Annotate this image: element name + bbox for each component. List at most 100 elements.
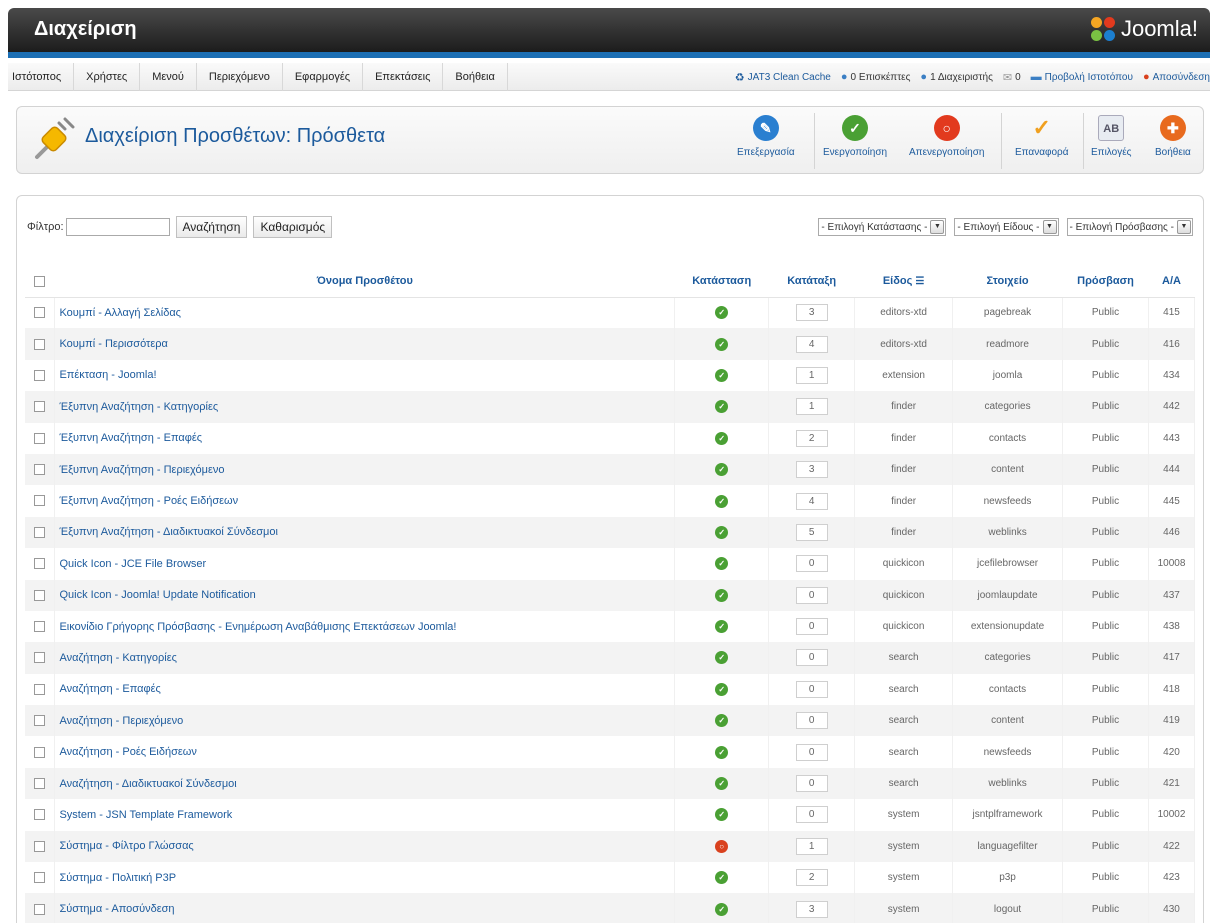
plugin-name-link[interactable]: Quick Icon - JCE File Browser bbox=[54, 548, 676, 580]
ordering-input[interactable]: 5 bbox=[795, 523, 828, 541]
row-checkbox[interactable] bbox=[34, 307, 46, 319]
enabled-status-icon[interactable]: ✓ bbox=[715, 745, 729, 759]
plugin-name-link[interactable]: Κουμπί - Περισσότερα bbox=[54, 328, 676, 360]
ordering-input[interactable]: 2 bbox=[795, 429, 828, 447]
enabled-status-icon[interactable]: ✓ bbox=[715, 400, 729, 414]
plugin-name-link[interactable]: Σύστημα - Πολιτική P3P bbox=[54, 862, 676, 894]
enabled-status-icon[interactable]: ✓ bbox=[715, 777, 729, 791]
row-checkbox[interactable] bbox=[34, 432, 46, 444]
ordering-input[interactable]: 3 bbox=[795, 900, 828, 918]
ordering-input[interactable]: 0 bbox=[795, 806, 828, 824]
plugin-name-link[interactable]: Αναζήτηση - Περιεχόμενο bbox=[54, 705, 676, 737]
ordering-input[interactable]: 1 bbox=[795, 837, 828, 855]
row-checkbox[interactable] bbox=[34, 746, 46, 758]
disabled-status-icon[interactable]: ○ bbox=[715, 839, 729, 853]
ordering-input[interactable]: 3 bbox=[795, 461, 828, 479]
menu-item-menus[interactable]: Μενού bbox=[140, 63, 197, 91]
row-checkbox[interactable] bbox=[34, 872, 46, 884]
row-checkbox[interactable] bbox=[34, 683, 46, 695]
ordering-input[interactable]: 1 bbox=[795, 398, 828, 416]
plugin-name-link[interactable]: Έξυπνη Αναζήτηση - Διαδικτυακοί Σύνδεσμο… bbox=[54, 516, 676, 549]
row-checkbox[interactable] bbox=[34, 715, 46, 727]
clear-button[interactable]: Καθαρισμός bbox=[253, 216, 333, 238]
plugin-name-link[interactable]: Κουμπί - Αλλαγή Σελίδας bbox=[54, 297, 676, 329]
plugin-name-link[interactable]: Σύστημα - Φίλτρο Γλώσσας bbox=[54, 830, 676, 863]
enabled-status-icon[interactable]: ✓ bbox=[715, 651, 729, 665]
row-checkbox[interactable] bbox=[34, 526, 46, 538]
row-checkbox[interactable] bbox=[34, 809, 46, 821]
menu-item-site[interactable]: Ιστότοπος bbox=[8, 63, 75, 91]
help-button[interactable]: ✚ Βοήθεια bbox=[1155, 115, 1191, 158]
search-input[interactable] bbox=[65, 218, 170, 236]
ordering-input[interactable]: 0 bbox=[795, 586, 828, 604]
select-all-checkbox[interactable] bbox=[34, 275, 46, 287]
menu-item-help[interactable]: Βοήθεια bbox=[443, 63, 508, 91]
enabled-status-icon[interactable]: ✓ bbox=[715, 588, 729, 602]
enable-button[interactable]: ✓ Ενεργοποίηση bbox=[823, 115, 887, 158]
enabled-status-icon[interactable]: ✓ bbox=[715, 494, 729, 508]
enabled-status-icon[interactable]: ✓ bbox=[715, 682, 729, 696]
plugin-name-link[interactable]: Αναζήτηση - Διαδικτυακοί Σύνδεσμοι bbox=[54, 767, 676, 800]
row-checkbox[interactable] bbox=[34, 589, 46, 601]
view-site-link[interactable]: ▬ Προβολή Ιστοτόπου bbox=[1031, 71, 1133, 83]
plugin-name-link[interactable]: Έξυπνη Αναζήτηση - Επαφές bbox=[54, 422, 676, 454]
logout-link[interactable]: ● Αποσύνδεση bbox=[1143, 71, 1210, 83]
menu-item-content[interactable]: Περιεχόμενο bbox=[197, 63, 283, 91]
enabled-status-icon[interactable]: ✓ bbox=[715, 808, 729, 822]
ordering-input[interactable]: 3 bbox=[795, 304, 828, 322]
enabled-status-icon[interactable]: ✓ bbox=[715, 557, 729, 571]
enabled-status-icon[interactable]: ✓ bbox=[715, 368, 729, 382]
clean-cache-link[interactable]: ♻ JAT3 Clean Cache bbox=[735, 71, 831, 84]
enabled-status-icon[interactable]: ✓ bbox=[715, 463, 729, 477]
ordering-input[interactable]: 4 bbox=[795, 335, 828, 353]
ordering-input[interactable]: 1 bbox=[795, 366, 828, 384]
menu-item-users[interactable]: Χρήστες bbox=[74, 63, 141, 91]
enabled-status-icon[interactable]: ✓ bbox=[715, 714, 729, 728]
plugin-name-link[interactable]: Quick Icon - Joomla! Update Notification bbox=[54, 579, 676, 611]
plugin-name-link[interactable]: Αναζήτηση - Κατηγορίες bbox=[54, 642, 676, 674]
ordering-input[interactable]: 4 bbox=[795, 492, 828, 510]
options-button[interactable]: AB Επιλογές bbox=[1091, 115, 1131, 158]
col-header-ordering[interactable]: Κατάταξη bbox=[768, 266, 855, 298]
ordering-input[interactable]: 0 bbox=[795, 555, 828, 573]
state-select[interactable]: - Επιλογή Κατάστασης - ▼ bbox=[818, 218, 947, 236]
plugin-name-link[interactable]: Έξυπνη Αναζήτηση - Περιεχόμενο bbox=[54, 453, 676, 486]
enabled-status-icon[interactable]: ✓ bbox=[715, 525, 729, 539]
menu-item-components[interactable]: Εφαρμογές bbox=[283, 63, 364, 91]
enabled-status-icon[interactable]: ✓ bbox=[715, 620, 729, 634]
ordering-input[interactable]: 0 bbox=[795, 743, 828, 761]
row-checkbox[interactable] bbox=[34, 464, 46, 476]
messages-status[interactable]: ✉ 0 bbox=[1003, 71, 1021, 84]
plugin-name-link[interactable]: System - JSN Template Framework bbox=[54, 799, 676, 831]
row-checkbox[interactable] bbox=[34, 840, 46, 852]
menu-item-extensions[interactable]: Επεκτάσεις bbox=[363, 63, 444, 91]
plugin-name-link[interactable]: Έξυπνη Αναζήτηση - Κατηγορίες bbox=[54, 391, 676, 423]
enabled-status-icon[interactable]: ✓ bbox=[715, 902, 729, 916]
ordering-input[interactable]: 0 bbox=[795, 775, 828, 793]
row-checkbox[interactable] bbox=[34, 401, 46, 413]
row-checkbox[interactable] bbox=[34, 903, 46, 915]
plugin-name-link[interactable]: Έξυπνη Αναζήτηση - Ροές Ειδήσεων bbox=[54, 485, 676, 517]
enabled-status-icon[interactable]: ✓ bbox=[715, 431, 729, 445]
row-checkbox[interactable] bbox=[34, 558, 46, 570]
edit-button[interactable]: ✎ Επεξεργασία bbox=[737, 115, 795, 158]
plugin-name-link[interactable]: Αναζήτηση - Επαφές bbox=[54, 673, 676, 706]
access-select[interactable]: - Επιλογή Πρόσβασης - ▼ bbox=[1066, 218, 1193, 236]
col-header-element[interactable]: Στοιχείο bbox=[952, 266, 1063, 298]
row-checkbox[interactable] bbox=[34, 338, 46, 350]
checkin-button[interactable]: ✓ Επαναφορά bbox=[1015, 115, 1069, 158]
row-checkbox[interactable] bbox=[34, 369, 46, 381]
disable-button[interactable]: ○ Απενεργοποίηση bbox=[909, 115, 984, 158]
col-header-access[interactable]: Πρόσβαση bbox=[1062, 266, 1149, 298]
enabled-status-icon[interactable]: ✓ bbox=[715, 306, 729, 320]
col-header-status[interactable]: Κατάσταση bbox=[674, 266, 769, 298]
row-checkbox[interactable] bbox=[34, 777, 46, 789]
enabled-status-icon[interactable]: ✓ bbox=[715, 337, 729, 351]
search-button[interactable]: Αναζήτηση bbox=[175, 216, 248, 238]
plugin-name-link[interactable]: Σύστημα - Αποσύνδεση bbox=[54, 893, 676, 923]
joomla-logo[interactable]: Joomla! bbox=[1090, 16, 1198, 42]
plugin-name-link[interactable]: Αναζήτηση - Ροές Ειδήσεων bbox=[54, 736, 676, 768]
enabled-status-icon[interactable]: ✓ bbox=[715, 871, 729, 885]
col-header-name[interactable]: Όνομα Προσθέτου bbox=[54, 266, 675, 298]
ordering-input[interactable]: 0 bbox=[795, 649, 828, 667]
